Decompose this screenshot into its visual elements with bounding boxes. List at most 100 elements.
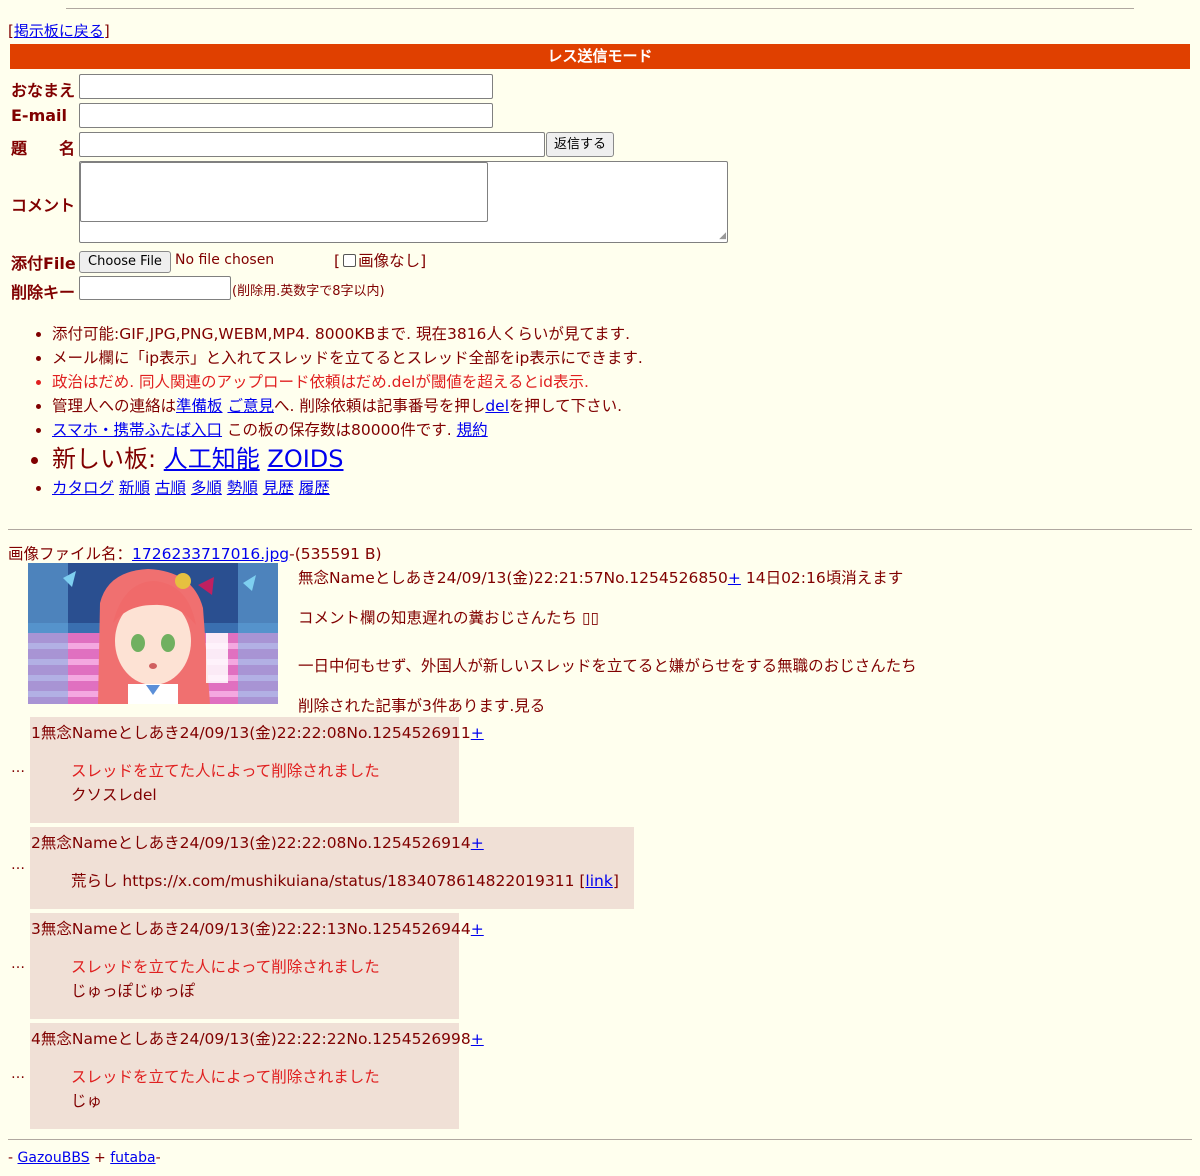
reply-3: 3無念Nameとしあき24/09/13(金)22:22:13No.1254526…: [30, 913, 484, 1019]
mobile-entry-link[interactable]: スマホ・携帯ふたば入口: [52, 421, 222, 439]
note-upload: 添付可能:GIF,JPG,PNG,WEBM,MP4. 8000KBまで. 現在3…: [52, 322, 643, 346]
reply-3-plus-link[interactable]: +: [471, 920, 484, 938]
name-input[interactable]: [79, 74, 493, 99]
sort-old-link[interactable]: 古順: [155, 479, 186, 497]
op-comment-line2: 一日中何もせず、外国人が新しいスレッドを立てると嫌がらせをする無職のおじさんたち: [298, 657, 917, 675]
reply-2-ellipsis: …: [11, 857, 25, 873]
delete-key-hint: (削除用.英数字で8字以内): [232, 284, 385, 299]
zoids-board-link[interactable]: ZOIDS: [267, 445, 343, 473]
delete-key-input[interactable]: [79, 276, 231, 300]
resize-handle-icon[interactable]: ◢: [719, 232, 726, 241]
reply-mode-bar: レス送信モード: [10, 44, 1190, 69]
image-file-link[interactable]: 1726233717016.jpg: [132, 545, 289, 563]
reply-3-deleted: スレッドを立てた人によって削除されました: [71, 958, 380, 976]
reply-2-header: 2無念Nameとしあき24/09/13(金)22:22:08No.1254526…: [31, 831, 484, 853]
op-line1-text: コメント欄の知恵遅れの糞おじさんたち: [298, 609, 578, 627]
choose-file-button[interactable]: Choose File: [79, 251, 171, 273]
note-new-boards: 新しい板: 人工知能 ZOIDS: [52, 442, 643, 476]
reply-4-meta: 4無念Nameとしあき24/09/13(金)22:22:22No.1254526…: [31, 1030, 471, 1048]
note-contact: 管理人への連絡は準備板 ご意見へ. 削除依頼は記事番号を押しdelを押して下さい…: [52, 394, 643, 418]
reply-4-ellipsis: …: [11, 1066, 25, 1082]
reply-4-plus-link[interactable]: +: [471, 1030, 484, 1048]
del-link[interactable]: del: [485, 397, 509, 415]
op-meta: 無念Nameとしあき24/09/13(金)22:21:57No.12545268…: [298, 569, 728, 587]
note-rules: 政治はだめ. 同人関連のアップロード依頼はだめ.delが閾値を超えるとid表示.: [52, 370, 643, 394]
reply-2-plus-link[interactable]: +: [471, 834, 484, 852]
note-mobile: スマホ・携帯ふたば入口 この板の保存数は80000件です. 規約: [52, 418, 643, 442]
sort-momentum-link[interactable]: 勢順: [227, 479, 258, 497]
file-size: -(535591 B): [289, 545, 382, 563]
ai-board-link[interactable]: 人工知能: [164, 445, 260, 473]
comment-inner-box: [80, 162, 488, 222]
op-comment-line1: コメント欄の知恵遅れの糞おじさんたち ▯▯: [298, 606, 599, 628]
delete-key-label: 削除キー: [11, 283, 76, 302]
reply-4: 4無念Nameとしあき24/09/13(金)22:22:22No.1254526…: [30, 1023, 484, 1129]
reply-2: 2無念Nameとしあき24/09/13(金)22:22:08No.1254526…: [30, 827, 634, 909]
section-divider: [8, 529, 1192, 530]
footer-prefix: -: [8, 1150, 18, 1166]
catalog-link[interactable]: カタログ: [52, 479, 114, 497]
note-catalog: カタログ 新順 古順 多順 勢順 見歴 履歴: [52, 476, 643, 500]
history-link[interactable]: 履歴: [299, 479, 330, 497]
note-ip: メール欄に「ip表示」と入れてスレッドを立てるとスレッド全部をip表示にできます…: [52, 346, 643, 370]
reply-1-meta: 1無念Nameとしあき24/09/13(金)22:22:08No.1254526…: [31, 724, 471, 742]
anime-girl-thumbnail-image: [28, 563, 278, 704]
no-image-option: [画像なし]: [334, 252, 427, 270]
file-info-label: 画像ファイル名：: [8, 545, 133, 563]
reply-4-deleted: スレッドを立てた人によって削除されました: [71, 1068, 380, 1086]
footer-suffix: -: [155, 1150, 161, 1166]
reply-2-link[interactable]: link: [585, 872, 612, 890]
no-image-checkbox[interactable]: [343, 254, 357, 267]
reply-3-ellipsis: …: [11, 956, 25, 972]
subject-label: 題 名: [11, 139, 76, 158]
name-label: おなまえ: [11, 81, 76, 100]
reply-2-meta: 2無念Nameとしあき24/09/13(金)22:22:08No.1254526…: [31, 834, 471, 852]
footer-divider: [8, 1139, 1192, 1140]
reply-3-text: じゅっぽじゅっぽ: [71, 982, 196, 1000]
reply-3-header: 3無念Nameとしあき24/09/13(金)22:22:13No.1254526…: [31, 917, 484, 939]
new-boards-text: 新しい板:: [52, 445, 157, 473]
footer-separator: +: [89, 1150, 111, 1166]
reply-1-deleted: スレッドを立てた人によって削除されました: [71, 762, 380, 780]
reply-1-ellipsis: …: [11, 760, 25, 776]
terms-link[interactable]: 規約: [457, 421, 488, 439]
missing-glyph-boxes: ▯▯: [581, 609, 600, 627]
back-to-board-link[interactable]: 掲示板に戻る: [14, 22, 104, 40]
subject-input[interactable]: [79, 132, 545, 157]
no-image-label: 画像なし: [358, 252, 421, 270]
file-status: No file chosen: [175, 252, 275, 268]
note-contact-text: 管理人への連絡は: [52, 397, 177, 415]
deleted-posts-notice[interactable]: 削除された記事が3件あります.見る: [298, 694, 545, 716]
email-label: E-mail: [11, 106, 68, 125]
opinion-link[interactable]: ご意見: [227, 397, 274, 415]
comment-textarea[interactable]: ◢: [79, 161, 728, 243]
op-plus-link[interactable]: +: [728, 569, 741, 587]
view-history-link[interactable]: 見歴: [263, 479, 294, 497]
gazoubbs-link[interactable]: GazouBBS: [18, 1150, 90, 1166]
reply-1-plus-link[interactable]: +: [471, 724, 484, 742]
futaba-link[interactable]: futaba: [110, 1150, 155, 1166]
thread-image-thumbnail[interactable]: [28, 563, 278, 704]
reply-1-header: 1無念Nameとしあき24/09/13(金)22:22:08No.1254526…: [31, 721, 484, 743]
comment-label: コメント: [11, 196, 76, 215]
op-expire: 14日02:16頃消えます: [745, 569, 904, 587]
top-divider: [66, 8, 1134, 9]
reply-4-text: じゅ: [71, 1092, 103, 1110]
note-rules-text: 政治はだめ. 同人関連のアップロード依頼はだめ.delが閾値を超えるとid表示.: [52, 373, 589, 391]
back-nav: [掲示板に戻る]: [8, 22, 110, 40]
reply-4-header: 4無念Nameとしあき24/09/13(金)22:22:22No.1254526…: [31, 1027, 484, 1049]
note-contact-text3: を押して下さい.: [509, 397, 622, 415]
email-input[interactable]: [79, 103, 493, 128]
submit-reply-button[interactable]: 返信する: [546, 132, 614, 157]
reply-3-meta: 3無念Nameとしあき24/09/13(金)22:22:13No.1254526…: [31, 920, 471, 938]
reply-1-text: クソスレdel: [71, 786, 157, 804]
reply-2-url-text: 荒らし https://x.com/mushikuiana/status/183…: [71, 872, 580, 890]
board-notes: 添付可能:GIF,JPG,PNG,WEBM,MP4. 8000KBまで. 現在3…: [30, 322, 643, 500]
junbi-board-link[interactable]: 準備板: [176, 397, 223, 415]
file-label: 添付File: [11, 254, 76, 273]
note-contact-text2: へ. 削除依頼は記事番号を押し: [273, 397, 486, 415]
sort-new-link[interactable]: 新順: [119, 479, 150, 497]
note-storage-text: この板の保存数は80000件です.: [226, 421, 452, 439]
reply-1: 1無念Nameとしあき24/09/13(金)22:22:08No.1254526…: [30, 717, 484, 823]
sort-many-link[interactable]: 多順: [191, 479, 222, 497]
